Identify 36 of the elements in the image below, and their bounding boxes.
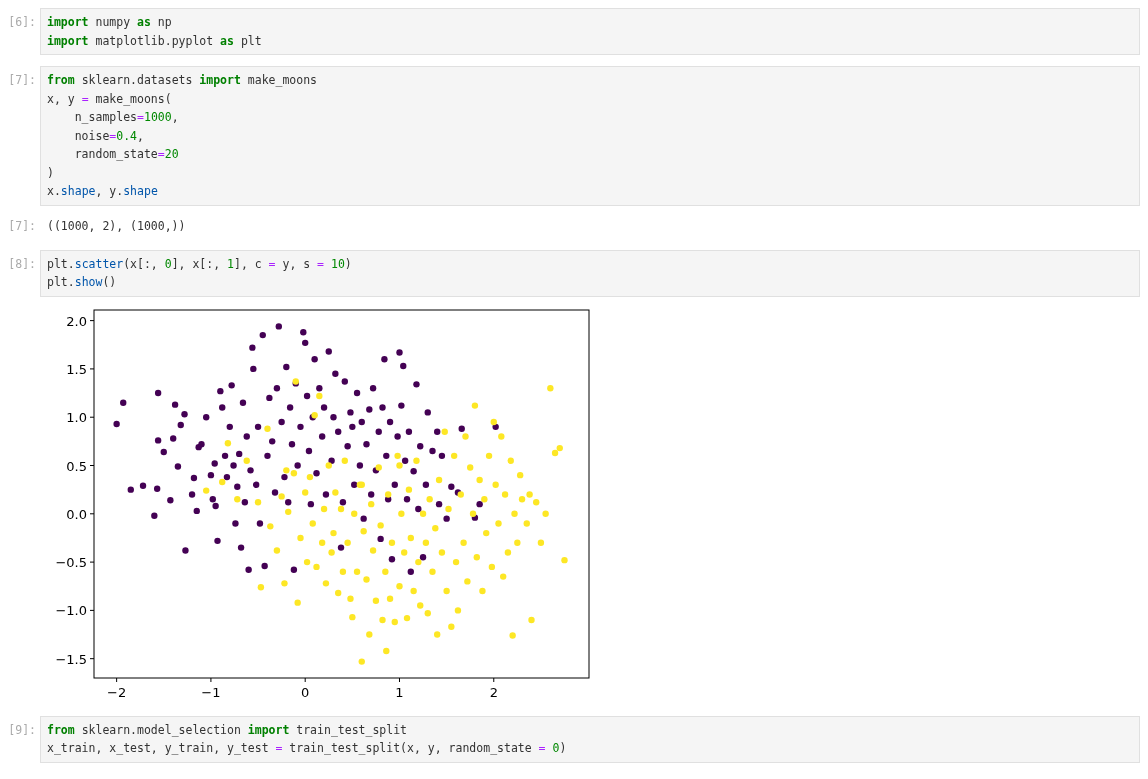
y-tick-label: 0.5: [66, 458, 87, 473]
y-tick-label: 2.0: [66, 313, 87, 329]
code-cell[interactable]: plt.scatter(x[:, 0], x[:, 1], c = y, s = 10) plt.show(): [40, 249, 1140, 297]
x-tick-label: −2: [107, 684, 127, 700]
y-tick-label: 1.0: [66, 409, 87, 425]
cell-prompt: [7]:: [7, 72, 37, 89]
code-line: n_samples=1000,: [73, 109, 180, 126]
y-tick-label: 1.5: [66, 361, 87, 377]
y-tick-label: −1.0: [55, 602, 87, 618]
code-line: import numpy as np: [47, 14, 173, 31]
cell-prompt: [9]:: [7, 721, 37, 739]
code-cell[interactable]: from sklearn.model_selection import train_test_split x_train, x_test, y_train, y_test = train_test_split(x, y, random_state = 0): [40, 715, 1140, 763]
code-line: plt.show(): [47, 274, 118, 291]
code-line: x, y = make_moons(: [47, 90, 173, 108]
cell-prompt: [8]:: [7, 255, 37, 273]
cell-prompt: [6]:: [7, 14, 37, 31]
code-cell[interactable]: import numpy as np import matplotlib.pyplot as plt: [40, 8, 1140, 55]
code-line: noise=0.4,: [73, 127, 145, 145]
x-tick-label: 2: [489, 684, 498, 700]
output-text: ((1000, 2), (1000,)): [46, 217, 186, 235]
y-tick-label: 0.0: [66, 506, 87, 522]
y-tick-label: −0.5: [55, 554, 87, 570]
code-line: x.shape, y.shape: [47, 183, 159, 200]
code-line: random_state=20: [73, 146, 180, 163]
code-line: x_train, x_test, y_train, y_test = train_test_split(x, y, random_state = 0): [47, 740, 568, 757]
code-line: ): [47, 164, 55, 182]
code-line: plt.scatter(x[:, 0], x[:, 1], c = y, s = 10): [47, 255, 353, 273]
code-line: from sklearn.model_selection import train_test_split: [47, 721, 409, 739]
y-tick-label: −1.5: [55, 651, 87, 667]
code-cell[interactable]: from sklearn.datasets import make_moons x, y = make_moons( n_samples=1000, noise=0.4, random_state=20 ) x.shape, y.shape: [40, 66, 1140, 206]
x-tick-label: 1: [395, 684, 404, 700]
code-line: import matplotlib.pyplot as plt: [47, 32, 263, 50]
code-line: from sklearn.datasets import make_moons: [47, 72, 319, 89]
x-tick-label: 0: [301, 684, 310, 700]
output-prompt: [7]:: [7, 217, 37, 235]
x-tick-label: −1: [201, 684, 221, 700]
